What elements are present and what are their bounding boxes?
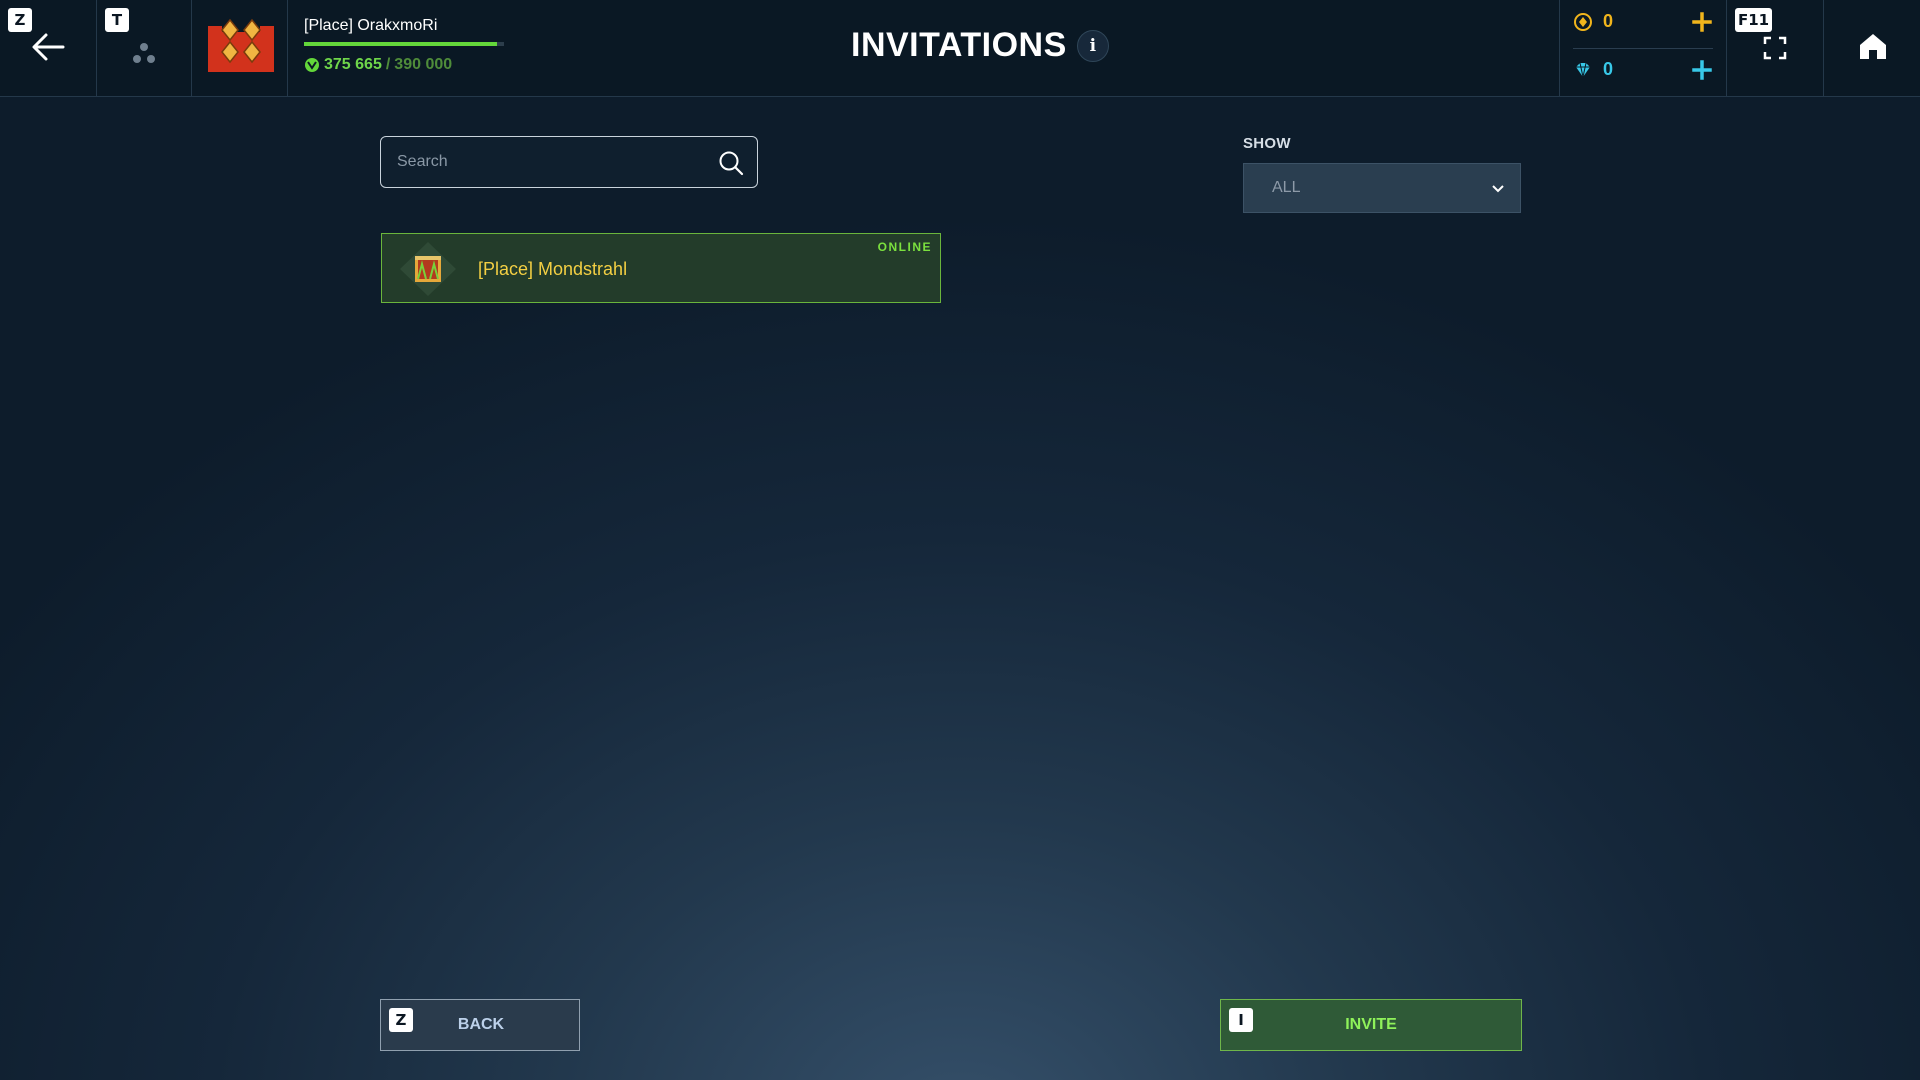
- xp-separator: /: [385, 56, 391, 73]
- xp-icon: [305, 58, 319, 72]
- xp-readout: 375 665 / 390 000: [304, 56, 452, 74]
- search-box: [380, 136, 758, 188]
- chevron-down-icon: [1492, 185, 1504, 193]
- page-header: INVITATIONS i: [851, 26, 1109, 65]
- status-badge: ONLINE: [877, 240, 932, 254]
- friend-name: [Place] Mondstrahl: [478, 259, 628, 279]
- team-hotkey: T: [105, 8, 129, 32]
- xp-max: 390 000: [394, 56, 453, 73]
- back-button[interactable]: Z BACK: [380, 999, 580, 1051]
- info-icon[interactable]: i: [1076, 29, 1109, 62]
- home-button[interactable]: [1824, 0, 1920, 96]
- show-filter-dropdown[interactable]: ALL: [1243, 163, 1521, 213]
- friend-avatar: [400, 242, 456, 296]
- xp-progress-fill: [304, 42, 497, 46]
- gold-currency: 0: [1573, 11, 1713, 32]
- invite-button-label: INVITE: [1345, 1016, 1397, 1033]
- fullscreen-hotkey: F11: [1735, 8, 1773, 32]
- gem-icon: [1576, 62, 1590, 77]
- gold-coin-icon: [1574, 12, 1592, 31]
- add-gems-plus-icon[interactable]: [1691, 59, 1713, 81]
- team-icon: [133, 43, 155, 63]
- top-bar: Z T [Place] OrakxmoRi 375 665 / 390 000 …: [0, 0, 1920, 97]
- invite-button[interactable]: I INVITE: [1220, 999, 1522, 1051]
- gems-value: 0: [1603, 59, 1614, 79]
- team-button[interactable]: T: [97, 0, 191, 96]
- player-name: [Place] OrakxmoRi: [304, 17, 438, 34]
- fullscreen-button[interactable]: F11: [1727, 0, 1823, 96]
- page-title: INVITATIONS: [851, 26, 1067, 64]
- currency-panel: 0 0: [1560, 0, 1725, 96]
- gold-value: 0: [1603, 11, 1614, 31]
- back-hotkey: Z: [8, 8, 32, 32]
- back-nav-button[interactable]: Z: [0, 0, 96, 96]
- clan-emblem[interactable]: [192, 0, 287, 96]
- search-input[interactable]: [397, 137, 697, 187]
- clan-emblem-icon: [208, 18, 274, 72]
- show-filter-label: SHOW: [1243, 135, 1291, 152]
- arrow-left-icon: [32, 33, 65, 61]
- player-info: [Place] OrakxmoRi 375 665 / 390 000: [288, 0, 588, 96]
- home-icon: [1860, 34, 1886, 59]
- add-gold-plus-icon[interactable]: [1691, 11, 1713, 33]
- fullscreen-icon: [1763, 36, 1787, 60]
- gem-currency: 0: [1573, 59, 1713, 80]
- search-icon[interactable]: [717, 149, 745, 177]
- back-button-label: BACK: [457, 1016, 505, 1033]
- xp-current: 375 665: [324, 56, 382, 73]
- friend-list-item[interactable]: [Place] Mondstrahl ONLINE: [381, 233, 941, 303]
- show-filter-value: ALL: [1272, 179, 1301, 196]
- xp-progress-bar: [304, 42, 504, 46]
